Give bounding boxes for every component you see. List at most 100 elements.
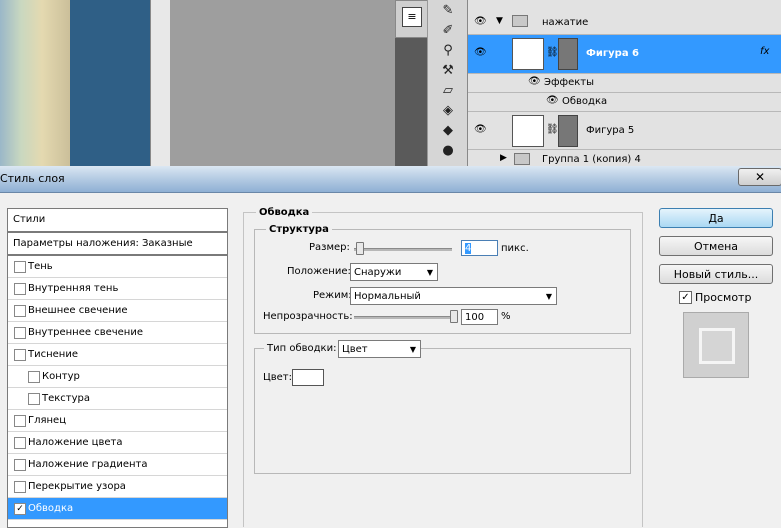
opacity-unit: % xyxy=(501,311,511,322)
layer-row-group[interactable]: ▶ Группа 1 (копия) 4 xyxy=(468,150,781,167)
bandage-tool-icon[interactable]: ✎ xyxy=(436,2,460,20)
style-item[interactable]: Внешнее свечение xyxy=(8,300,227,322)
document-icon: ≡ xyxy=(402,7,422,27)
opacity-slider[interactable] xyxy=(354,316,456,319)
opacity-value: 100 xyxy=(465,312,485,323)
blending-options-label: Параметры наложения: Заказные xyxy=(13,238,193,249)
document-canvas xyxy=(0,0,70,166)
style-checkbox[interactable] xyxy=(14,415,26,427)
document-scrollbar[interactable] xyxy=(150,0,171,166)
history-brush-icon[interactable]: ⚒ xyxy=(436,62,460,80)
opacity-slider-thumb[interactable] xyxy=(450,310,458,323)
expand-arrow-icon[interactable]: ▶ xyxy=(500,153,507,163)
chevron-down-icon: ▼ xyxy=(545,292,552,301)
position-select[interactable]: Снаружи ▼ xyxy=(350,263,438,281)
cancel-button[interactable]: Отмена xyxy=(659,236,773,256)
size-label: Размер: xyxy=(309,242,350,253)
ok-button[interactable]: Да xyxy=(659,208,773,228)
layer-row-selected[interactable]: 👁 ⛓ Фигура 6 fx xyxy=(468,35,781,74)
canvas-pasteboard xyxy=(170,0,395,166)
chevron-down-icon: ▼ xyxy=(409,345,416,354)
new-style-button[interactable]: Новый стиль... xyxy=(659,264,773,284)
style-item[interactable]: Тиснение xyxy=(8,344,227,366)
document-canvas-blue-area xyxy=(70,0,150,166)
layer-row-group[interactable]: 👁 ▼ нажатие xyxy=(468,12,781,35)
style-checkbox[interactable] xyxy=(14,283,26,295)
style-item-label: Внутреннее свечение xyxy=(28,327,143,338)
style-preview-thumbnail xyxy=(683,312,749,378)
layer-row-stroke[interactable]: 👁 Обводка xyxy=(468,93,781,112)
eraser-tool-icon[interactable]: ▱ xyxy=(436,82,460,100)
style-item-label: Наложение градиента xyxy=(28,459,148,470)
preview-shape xyxy=(699,328,735,364)
eye-icon[interactable]: 👁 xyxy=(528,76,541,87)
style-checkbox[interactable] xyxy=(28,371,40,383)
expand-arrow-icon[interactable]: ▼ xyxy=(496,16,503,26)
size-unit: пикс. xyxy=(501,243,529,254)
style-item[interactable]: Внутреннее свечение xyxy=(8,322,227,344)
style-checkbox[interactable] xyxy=(14,327,26,339)
dialog-title: Стиль слоя xyxy=(0,172,65,185)
link-icon: ⛓ xyxy=(546,47,559,58)
blur-tool-icon[interactable]: ◆ xyxy=(436,122,460,140)
checkmark-icon: ✓ xyxy=(681,292,690,303)
style-item-label: Контур xyxy=(42,371,80,382)
style-checkbox[interactable] xyxy=(14,261,26,273)
style-item-label: Обводка xyxy=(28,503,74,514)
folder-icon xyxy=(514,153,530,165)
fill-type-select[interactable]: Цвет ▼ xyxy=(338,340,421,358)
style-item[interactable]: Наложение градиента xyxy=(8,454,227,476)
panel-icon-button[interactable]: ≡ xyxy=(395,0,429,38)
layer-name: Эффекты xyxy=(544,77,594,88)
preview-checkbox[interactable]: ✓ xyxy=(679,291,692,304)
size-value: 4 xyxy=(465,243,472,254)
size-slider-thumb[interactable] xyxy=(355,242,364,255)
fill-type-group xyxy=(254,348,631,474)
layer-name: Фигура 6 xyxy=(586,48,640,59)
layer-row-effects[interactable]: 👁 Эффекты xyxy=(468,74,781,93)
close-icon[interactable]: ✕ xyxy=(738,168,781,186)
paint-bucket-icon[interactable]: ◈ xyxy=(436,102,460,120)
size-input[interactable]: 4 xyxy=(461,240,498,256)
fx-icon[interactable]: fx xyxy=(760,46,769,57)
style-checkbox[interactable]: ✓ xyxy=(14,503,26,515)
style-item[interactable]: Перекрытие узора xyxy=(8,476,227,498)
style-item[interactable]: Контур xyxy=(8,366,227,388)
toolbox: ✎ ✐ ⚲ ⚒ ▱ ◈ ◆ ● xyxy=(427,0,468,166)
color-swatch[interactable] xyxy=(292,369,324,386)
style-item[interactable]: ✓ Обводка xyxy=(8,498,227,520)
layer-name: нажатие xyxy=(542,17,589,28)
blend-mode-select[interactable]: Нормальный ▼ xyxy=(350,287,557,305)
eye-icon[interactable]: 👁 xyxy=(474,16,487,27)
style-checkbox[interactable] xyxy=(14,481,26,493)
dodge-tool-icon[interactable]: ● xyxy=(436,142,460,160)
style-item[interactable]: Тень xyxy=(8,256,227,278)
eye-icon[interactable]: 👁 xyxy=(546,95,559,106)
folder-icon xyxy=(512,15,528,27)
style-checkbox[interactable] xyxy=(28,393,40,405)
styles-header[interactable]: Стили xyxy=(8,209,227,233)
style-item[interactable]: Текстура xyxy=(8,388,227,410)
style-checkbox[interactable] xyxy=(14,349,26,361)
fill-type-label: Тип обводки: xyxy=(264,343,340,354)
style-item[interactable]: Внутренняя тень xyxy=(8,278,227,300)
layer-name: Обводка xyxy=(562,96,608,107)
style-checkbox[interactable] xyxy=(14,305,26,317)
blending-options-item[interactable]: Параметры наложения: Заказные xyxy=(8,233,227,256)
style-item[interactable]: Глянец xyxy=(8,410,227,432)
style-item[interactable]: Наложение цвета xyxy=(8,432,227,454)
layer-thumbnail xyxy=(512,115,544,147)
brush-tool-icon[interactable]: ✐ xyxy=(436,22,460,40)
layer-row[interactable]: 👁 ⛓ Фигура 5 xyxy=(468,112,781,150)
eye-icon[interactable]: 👁 xyxy=(474,47,487,58)
style-checkbox[interactable] xyxy=(14,459,26,471)
eye-icon[interactable]: 👁 xyxy=(474,124,487,135)
dialog-titlebar[interactable] xyxy=(0,166,781,193)
opacity-input[interactable]: 100 xyxy=(461,309,498,325)
stroke-section-title: Обводка xyxy=(256,207,313,218)
style-checkbox[interactable] xyxy=(14,437,26,449)
layers-panel: 👁 ▼ нажатие 👁 ⛓ Фигура 6 fx 👁 Эффекты 👁 … xyxy=(467,0,781,167)
style-item-label: Глянец xyxy=(28,415,67,426)
size-slider[interactable] xyxy=(354,248,452,251)
stamp-tool-icon[interactable]: ⚲ xyxy=(436,42,460,60)
